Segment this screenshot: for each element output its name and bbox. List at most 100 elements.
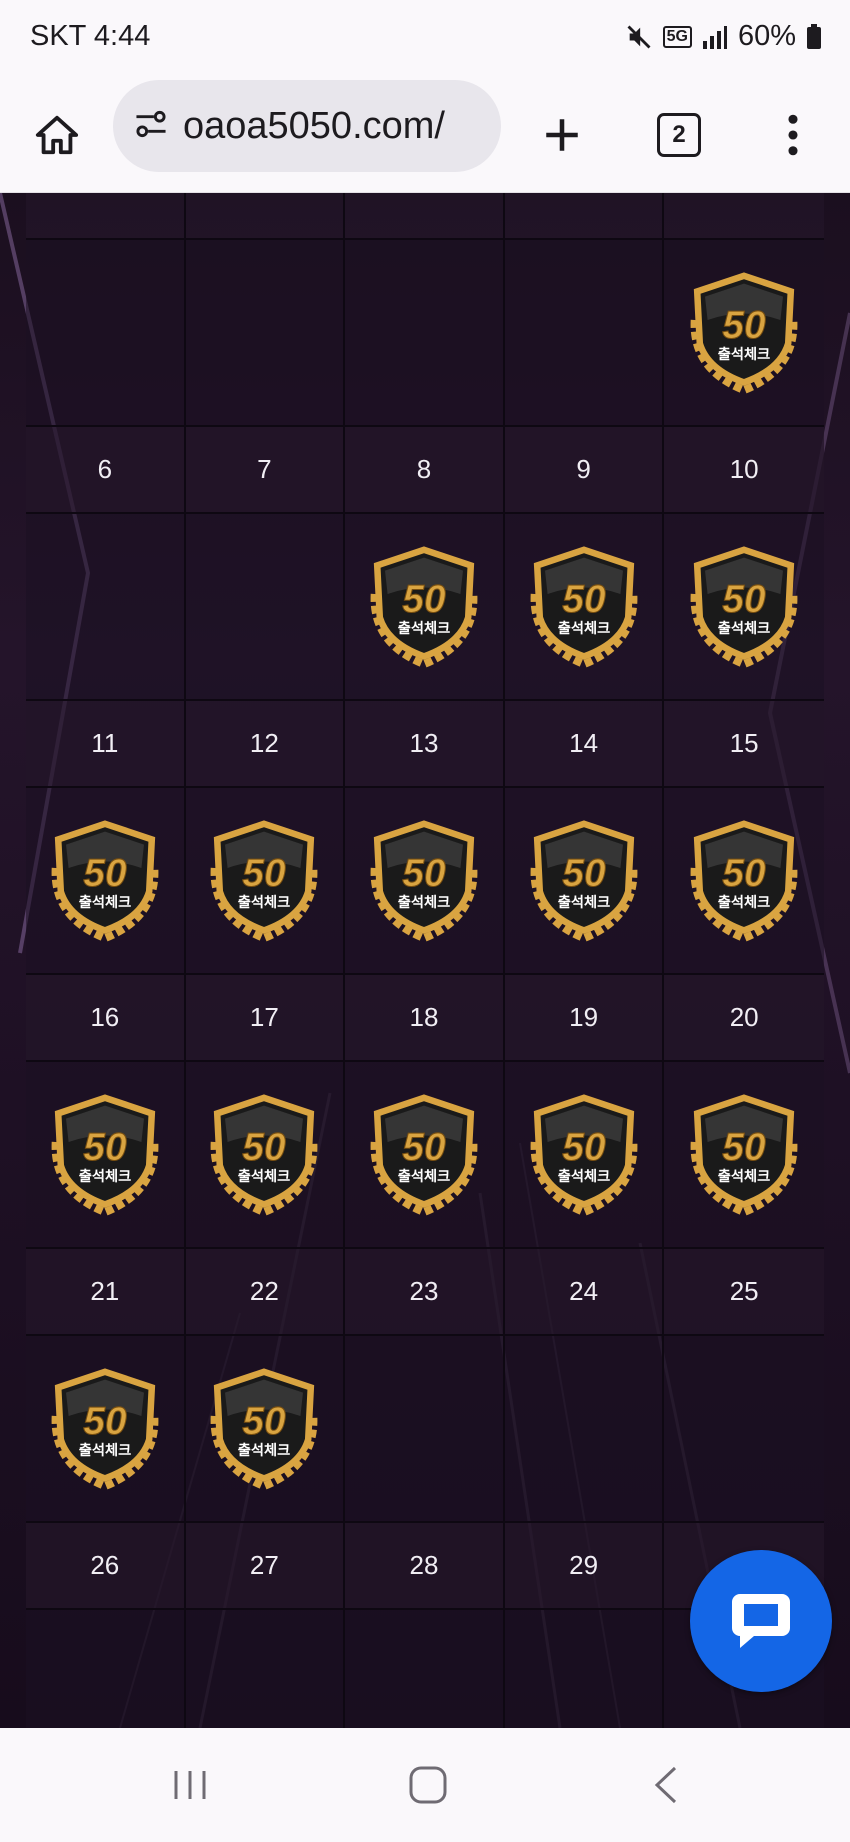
calendar-date-cell: 8 [345, 427, 505, 514]
calendar-date-cell: 11 [26, 701, 186, 788]
svg-text:출석체크: 출석체크 [718, 893, 771, 911]
calendar-checkin-cell [504, 240, 665, 427]
svg-text:출석체크: 출석체크 [557, 619, 610, 637]
attendance-badge-icon: 50출석체크 [211, 1093, 318, 1216]
home-nav-icon [409, 1766, 447, 1804]
calendar-checkin-cell: 50 출석체크 [26, 1336, 186, 1523]
tab-switcher-button[interactable]: 2 [644, 100, 714, 170]
new-tab-button[interactable] [527, 100, 597, 170]
svg-text:출석체크: 출석체크 [557, 893, 610, 911]
calendar-checkin-cell: 50 출석체크 [185, 1336, 346, 1523]
svg-text:출석체크: 출석체크 [398, 1167, 451, 1185]
svg-text:50: 50 [722, 304, 766, 347]
svg-text:출석체크: 출석체크 [238, 893, 291, 911]
attendance-badge-icon: 50출석체크 [211, 1367, 318, 1490]
calendar-checkin-cell [504, 1336, 665, 1523]
attendance-badge-icon: 50출석체크 [690, 545, 798, 668]
calendar-checkin-cell: 50 출석체크 [345, 1062, 505, 1249]
calendar-checkin-cell [664, 1336, 824, 1523]
calendar-date-cell: 23 [345, 1249, 505, 1336]
calendar-date-cell [185, 193, 346, 240]
calendar-checkin-cell [345, 1336, 505, 1523]
more-vert-icon [788, 114, 798, 156]
address-bar[interactable]: oaoa5050.com/ [113, 80, 501, 172]
calendar-date-cell [504, 193, 665, 240]
svg-text:50: 50 [562, 852, 606, 895]
attendance-badge-icon: 50출석체크 [530, 819, 637, 942]
calendar-date-cell: 6 [26, 427, 186, 514]
calendar-date-cell: 14 [504, 701, 665, 788]
calendar-checkin-cell [185, 514, 346, 701]
plus-icon [546, 119, 578, 151]
calendar-checkin-cell: 50 출석체크 [504, 788, 665, 975]
calendar-checkin-cell [504, 1610, 665, 1728]
calendar-checkin-cell: 50 출석체크 [504, 1062, 665, 1249]
svg-text:출석체크: 출석체크 [238, 1441, 291, 1459]
svg-text:50: 50 [562, 1126, 606, 1169]
calendar-date-cell: 18 [345, 975, 505, 1062]
menu-button[interactable] [758, 100, 828, 170]
calendar-date-cell: 22 [185, 1249, 346, 1336]
calendar-date-cell: 25 [664, 1249, 824, 1336]
url-text[interactable]: oaoa5050.com/ [183, 105, 483, 148]
network-5g-icon: 5G [662, 25, 692, 48]
home-button[interactable] [22, 100, 92, 170]
calendar-checkin-cell: 50 출석체크 [664, 514, 824, 701]
mute-icon [625, 23, 653, 51]
chat-icon [732, 1594, 790, 1648]
calendar-checkin-cell [26, 240, 186, 427]
calendar-checkin-row: 50 출석체크 50 출석체크 [26, 1336, 824, 1523]
calendar-date-cell [345, 193, 505, 240]
calendar-date-cell: 24 [504, 1249, 665, 1336]
calendar-checkin-row: 50 출석체크 50 출석체크 50 출석체크 50 출석체크 50 출석체크 [26, 788, 824, 975]
calendar-date-cell: 21 [26, 1249, 186, 1336]
calendar-date-cell: 29 [504, 1523, 665, 1610]
calendar-date-cell: 16 [26, 975, 186, 1062]
calendar-checkin-cell: 50 출석체크 [664, 240, 824, 427]
svg-text:출석체크: 출석체크 [398, 893, 451, 911]
calendar-date-cell: 10 [664, 427, 824, 514]
back-button[interactable] [636, 1758, 696, 1812]
svg-text:출석체크: 출석체크 [557, 1167, 610, 1185]
svg-text:50: 50 [243, 1400, 287, 1443]
svg-text:50: 50 [243, 852, 287, 895]
web-content: 50 출석체크 6 7 8 9 10 50 출석체크 50 출석체크 50 출석체크 11 12 13 14 15… [0, 193, 850, 1728]
attendance-badge-icon: 50출석체크 [370, 1093, 478, 1216]
calendar-date-row: 6 7 8 9 10 [26, 427, 824, 514]
attendance-calendar: 50 출석체크 6 7 8 9 10 50 출석체크 50 출석체크 50 출석체크 11 12 13 14 15… [26, 193, 824, 1728]
calendar-checkin-row: 50 출석체크 [26, 240, 824, 427]
calendar-date-cell: 9 [504, 427, 665, 514]
attendance-badge-icon: 50출석체크 [51, 1367, 159, 1490]
svg-text:50: 50 [402, 852, 446, 895]
site-settings-icon[interactable] [133, 108, 169, 145]
attendance-badge-icon: 50출석체크 [690, 819, 798, 942]
calendar-date-cell: 13 [345, 701, 505, 788]
attendance-badge-icon: 50출석체크 [211, 819, 318, 942]
svg-text:50: 50 [243, 1126, 287, 1169]
chat-button[interactable] [690, 1550, 832, 1692]
calendar-checkin-cell: 50 출석체크 [664, 1062, 824, 1249]
svg-text:50: 50 [83, 852, 127, 895]
calendar-date-cell: 26 [26, 1523, 186, 1610]
home-nav-button[interactable] [398, 1758, 458, 1812]
calendar-date-cell [664, 193, 824, 240]
signal-icon [702, 25, 728, 49]
svg-text:출석체크: 출석체크 [238, 1167, 291, 1185]
calendar-checkin-cell: 50 출석체크 [345, 514, 505, 701]
svg-text:출석체크: 출석체크 [79, 1167, 132, 1185]
calendar-date-cell: 28 [345, 1523, 505, 1610]
svg-text:50: 50 [83, 1126, 127, 1169]
calendar-date-cell [26, 193, 186, 240]
calendar-date-cell: 12 [185, 701, 346, 788]
recents-button[interactable] [160, 1758, 220, 1812]
calendar-date-row: 11 12 13 14 15 [26, 701, 824, 788]
attendance-badge-icon: 50출석체크 [690, 1093, 798, 1216]
calendar-checkin-cell [26, 1610, 186, 1728]
attendance-badge-icon: 50출석체크 [690, 271, 798, 394]
calendar-date-cell: 27 [185, 1523, 346, 1610]
svg-text:출석체크: 출석체크 [718, 345, 771, 363]
calendar-date-cell: 19 [504, 975, 665, 1062]
calendar-checkin-cell: 50 출석체크 [504, 514, 665, 701]
calendar-checkin-cell: 50 출석체크 [664, 788, 824, 975]
calendar-checkin-cell: 50 출석체크 [345, 788, 505, 975]
